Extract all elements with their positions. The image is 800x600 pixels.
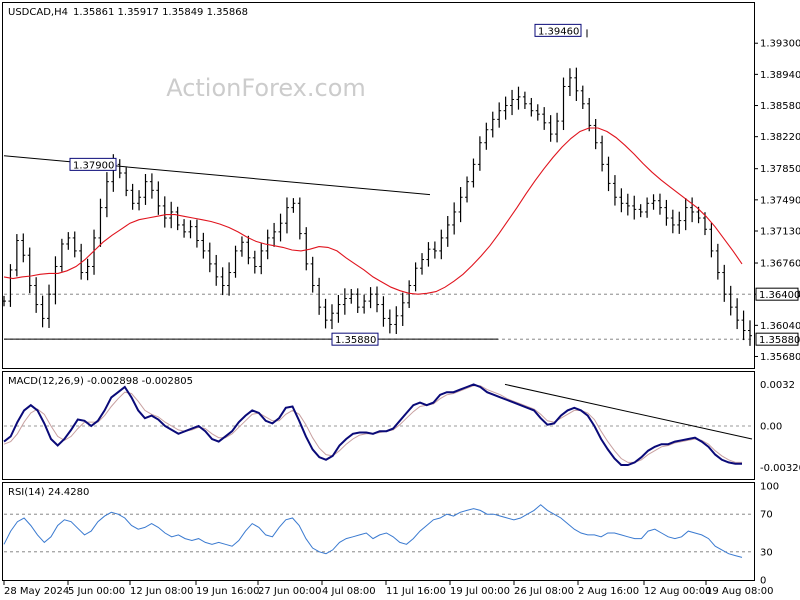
x-axis-label: 11 Jul 16:00 <box>386 586 446 597</box>
price-axis-label: 1.37850 <box>760 164 800 175</box>
rsi-axis-label: 0 <box>760 576 766 587</box>
watermark: ActionForex.com <box>166 74 366 102</box>
x-axis-label: 2 Aug 16:00 <box>578 586 639 597</box>
price-axis-label: 1.35680 <box>760 352 800 363</box>
chart-svg: USDCAD,H4 1.35861 1.35917 1.35849 1.3586… <box>2 2 800 597</box>
price-axis-label: 1.37490 <box>760 195 800 206</box>
macd-pane-frame <box>2 371 755 480</box>
rsi-axis-label: 30 <box>760 547 773 558</box>
x-axis-label: 19 Aug 08:00 <box>706 586 773 597</box>
level-label: 1.35880 <box>335 335 376 346</box>
x-axis-label: 12 Aug 00:00 <box>644 586 711 597</box>
macd-axis-label: -0.003204 <box>760 463 800 474</box>
rsi-axis-label: 70 <box>760 510 773 521</box>
x-axis-label: 19 Jun 16:00 <box>196 586 260 597</box>
macd-trendline <box>504 383 753 440</box>
price-axis-label: 1.38580 <box>760 101 800 112</box>
price-pane-frame <box>2 2 755 369</box>
price-axis-label: 1.38220 <box>760 132 800 143</box>
ema-line <box>3 127 743 295</box>
price-axis-label: 1.36760 <box>760 259 800 270</box>
chart-area[interactable]: USDCAD,H4 1.35861 1.35917 1.35849 1.3586… <box>0 0 800 600</box>
rsi-axis-label: 100 <box>760 482 779 493</box>
rsi-label: RSI(14) 24.4280 <box>8 487 89 498</box>
price-axis-label: 1.38940 <box>760 70 800 81</box>
price-axis-label: 1.39300 <box>760 39 800 50</box>
macd-axis-label: 0.0032 <box>760 380 795 391</box>
macd-axis-label: 0.00 <box>760 422 782 433</box>
x-axis-label: 12 Jun 08:00 <box>130 586 194 597</box>
price-trendline <box>3 155 431 196</box>
level-label: 1.35880 <box>759 335 800 346</box>
rsi-line <box>3 504 743 558</box>
x-axis-label: 27 Jun 00:00 <box>258 586 322 597</box>
level-label: 1.37900 <box>73 160 114 171</box>
macd-main-line <box>3 383 742 466</box>
x-axis-label: 4 Jul 08:00 <box>322 586 376 597</box>
ohlc-values: 1.35861 1.35917 1.35849 1.35868 <box>73 7 248 18</box>
price-axis-label: 1.36040 <box>760 321 800 332</box>
macd-label: MACD(12,26,9) -0.002898 -0.002805 <box>8 376 193 387</box>
symbol-timeframe: USDCAD,H4 <box>8 7 68 18</box>
level-label: 1.39460 <box>538 26 579 37</box>
x-axis-label: 26 Jul 08:00 <box>514 586 574 597</box>
level-label: 1.36400 <box>759 290 800 301</box>
x-axis-label: 19 Jul 00:00 <box>450 586 510 597</box>
x-axis-label: 5 Jun 00:00 <box>68 586 125 597</box>
macd-signal-line <box>3 385 742 463</box>
rsi-pane-frame <box>2 482 755 581</box>
price-axis-label: 1.37130 <box>760 227 800 238</box>
x-axis-label: 28 May 2024 <box>4 586 69 597</box>
